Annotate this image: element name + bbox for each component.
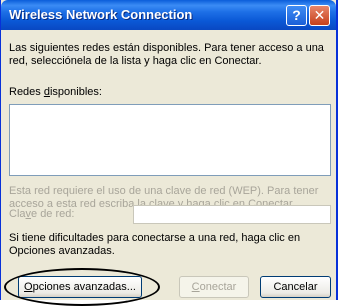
network-key-field[interactable] <box>133 205 331 224</box>
network-key-label: Clave de red: <box>9 208 75 220</box>
intro-line-1: Las siguientes redes están disponibles. … <box>9 42 324 54</box>
help-icon: ? <box>292 7 301 23</box>
wep-note-line-1: Esta red requiere el uso de una clave de… <box>9 185 319 197</box>
advanced-options-button[interactable]: Opciones avanzadas... <box>18 276 142 298</box>
window-title: Wireless Network Connection <box>9 7 193 22</box>
help-text: Si tiene dificultades para conectarse a … <box>9 232 300 258</box>
networks-label: Redes disponibles: <box>9 86 102 98</box>
connect-button[interactable]: Conectar <box>179 276 249 298</box>
intro-text: Las siguientes redes están disponibles. … <box>9 42 324 68</box>
help-text-line-1: Si tiene dificultades para conectarse a … <box>9 232 301 244</box>
wireless-connection-dialog: Wireless Network Connection ? ✕ Las sigu… <box>0 0 338 306</box>
help-text-line-2: Opciones avanzadas. <box>9 245 115 257</box>
help-button[interactable]: ? <box>286 5 307 26</box>
close-icon: ✕ <box>313 7 326 23</box>
cancel-button[interactable]: Cancelar <box>260 276 331 298</box>
dialog-body: Las siguientes redes están disponibles. … <box>1 30 336 306</box>
intro-line-2: red, selecciónela de la lista y haga cli… <box>9 55 262 67</box>
networks-list[interactable] <box>9 104 331 176</box>
close-button[interactable]: ✕ <box>309 5 330 26</box>
title-bar[interactable]: Wireless Network Connection ? ✕ <box>1 0 336 30</box>
